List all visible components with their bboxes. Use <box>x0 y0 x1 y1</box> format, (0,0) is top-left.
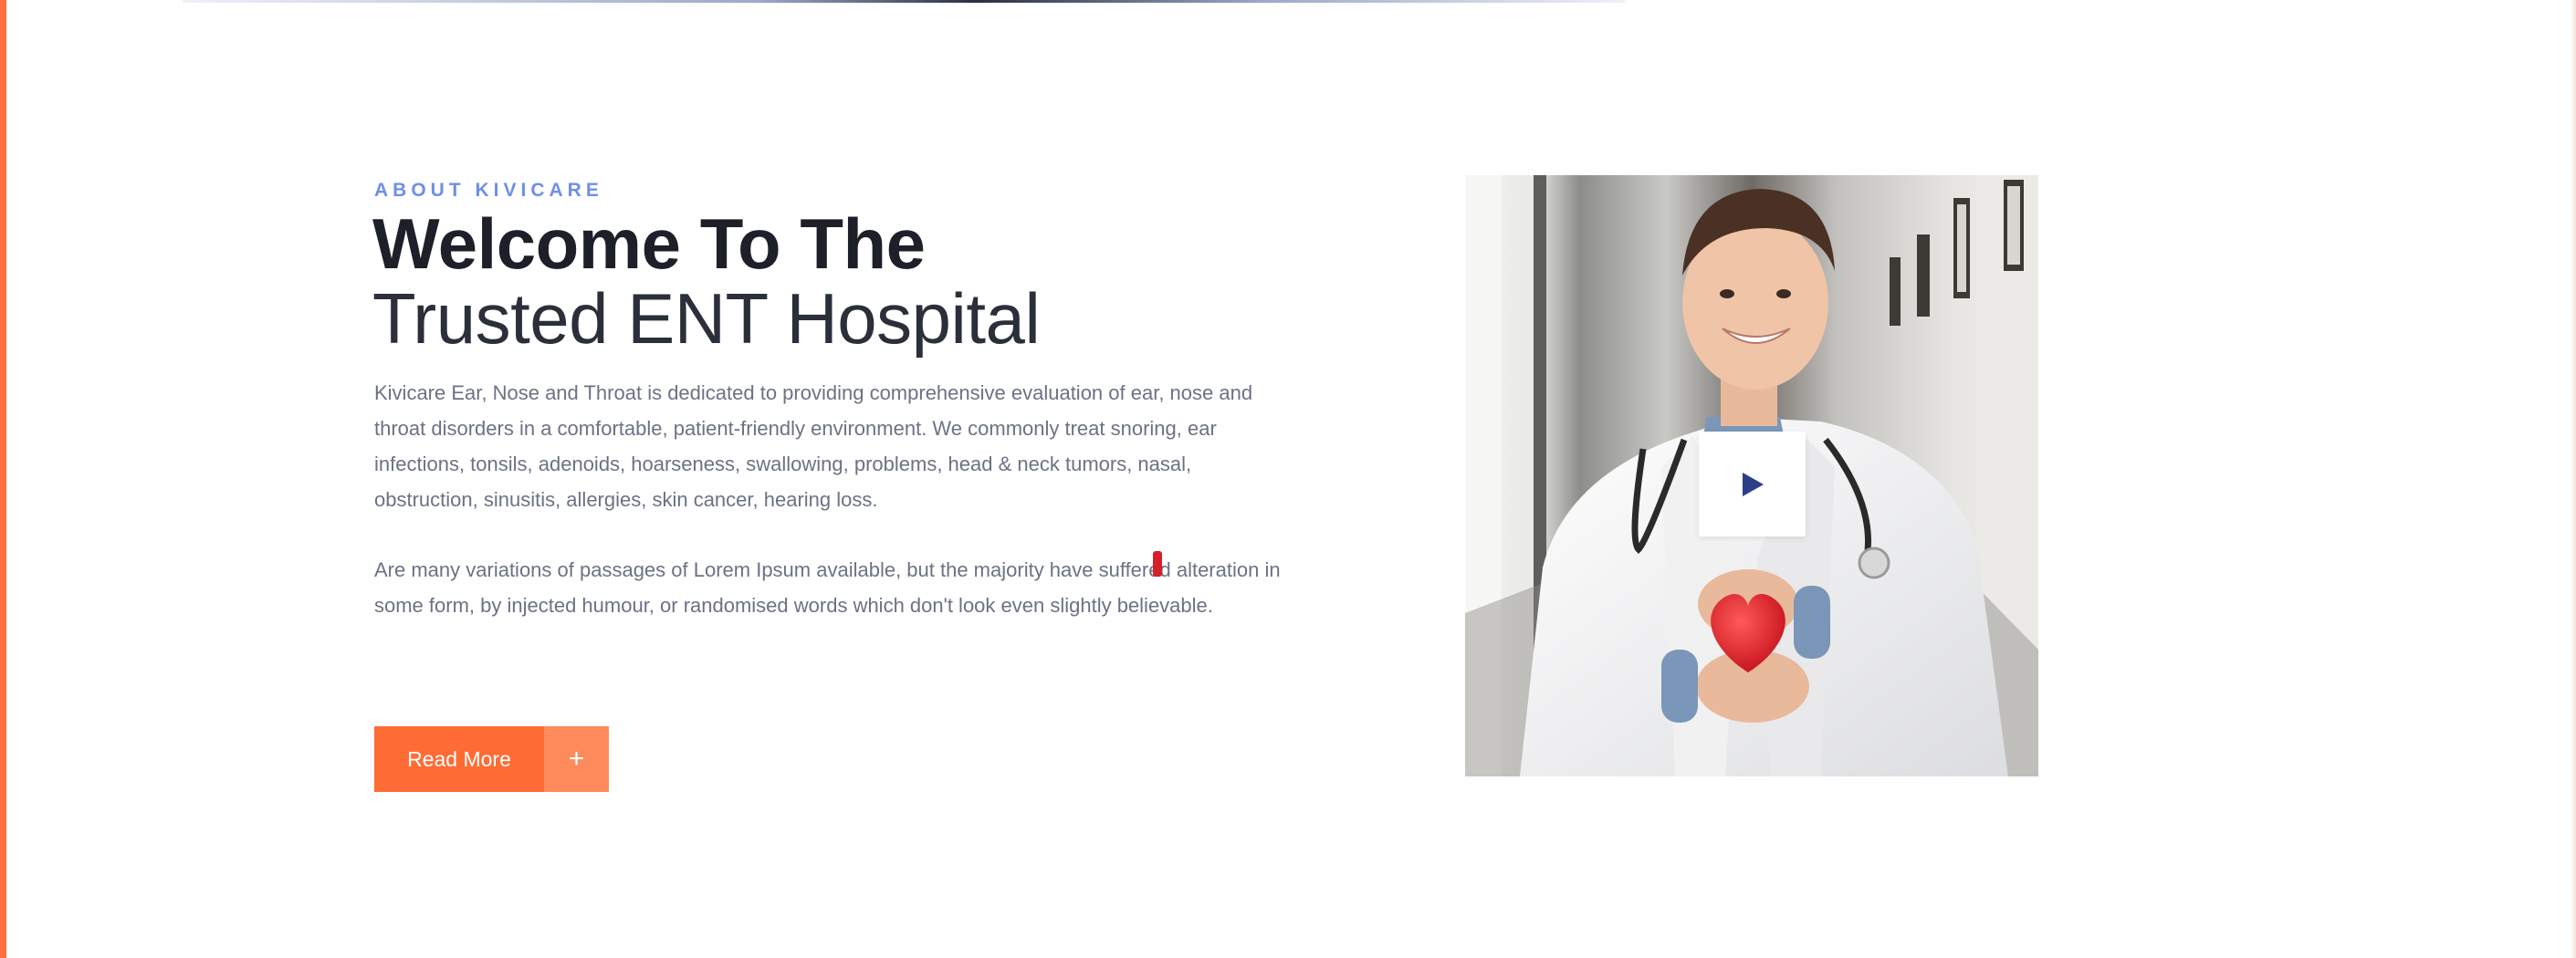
right-edge-shadow <box>2571 0 2576 958</box>
section-eyebrow: ABOUT KIVICARE <box>374 180 603 201</box>
section-title-line1: Welcome To The <box>372 203 926 284</box>
read-more-label: Read More <box>374 726 544 792</box>
read-more-button[interactable]: Read More + <box>374 726 609 792</box>
intro-paragraph: Kivicare Ear, Nose and Throat is dedicat… <box>374 381 1253 511</box>
top-divider <box>183 0 1625 3</box>
about-section: ABOUT KIVICARE Welcome To The Trusted EN… <box>0 0 2576 958</box>
section-title-line2: Trusted ENT Hospital <box>372 278 1041 359</box>
video-play-button[interactable] <box>1699 432 1806 536</box>
text-cursor-marker <box>1153 551 1162 577</box>
play-icon <box>1742 472 1764 496</box>
left-accent-border <box>0 0 6 958</box>
plus-icon: + <box>544 726 609 792</box>
